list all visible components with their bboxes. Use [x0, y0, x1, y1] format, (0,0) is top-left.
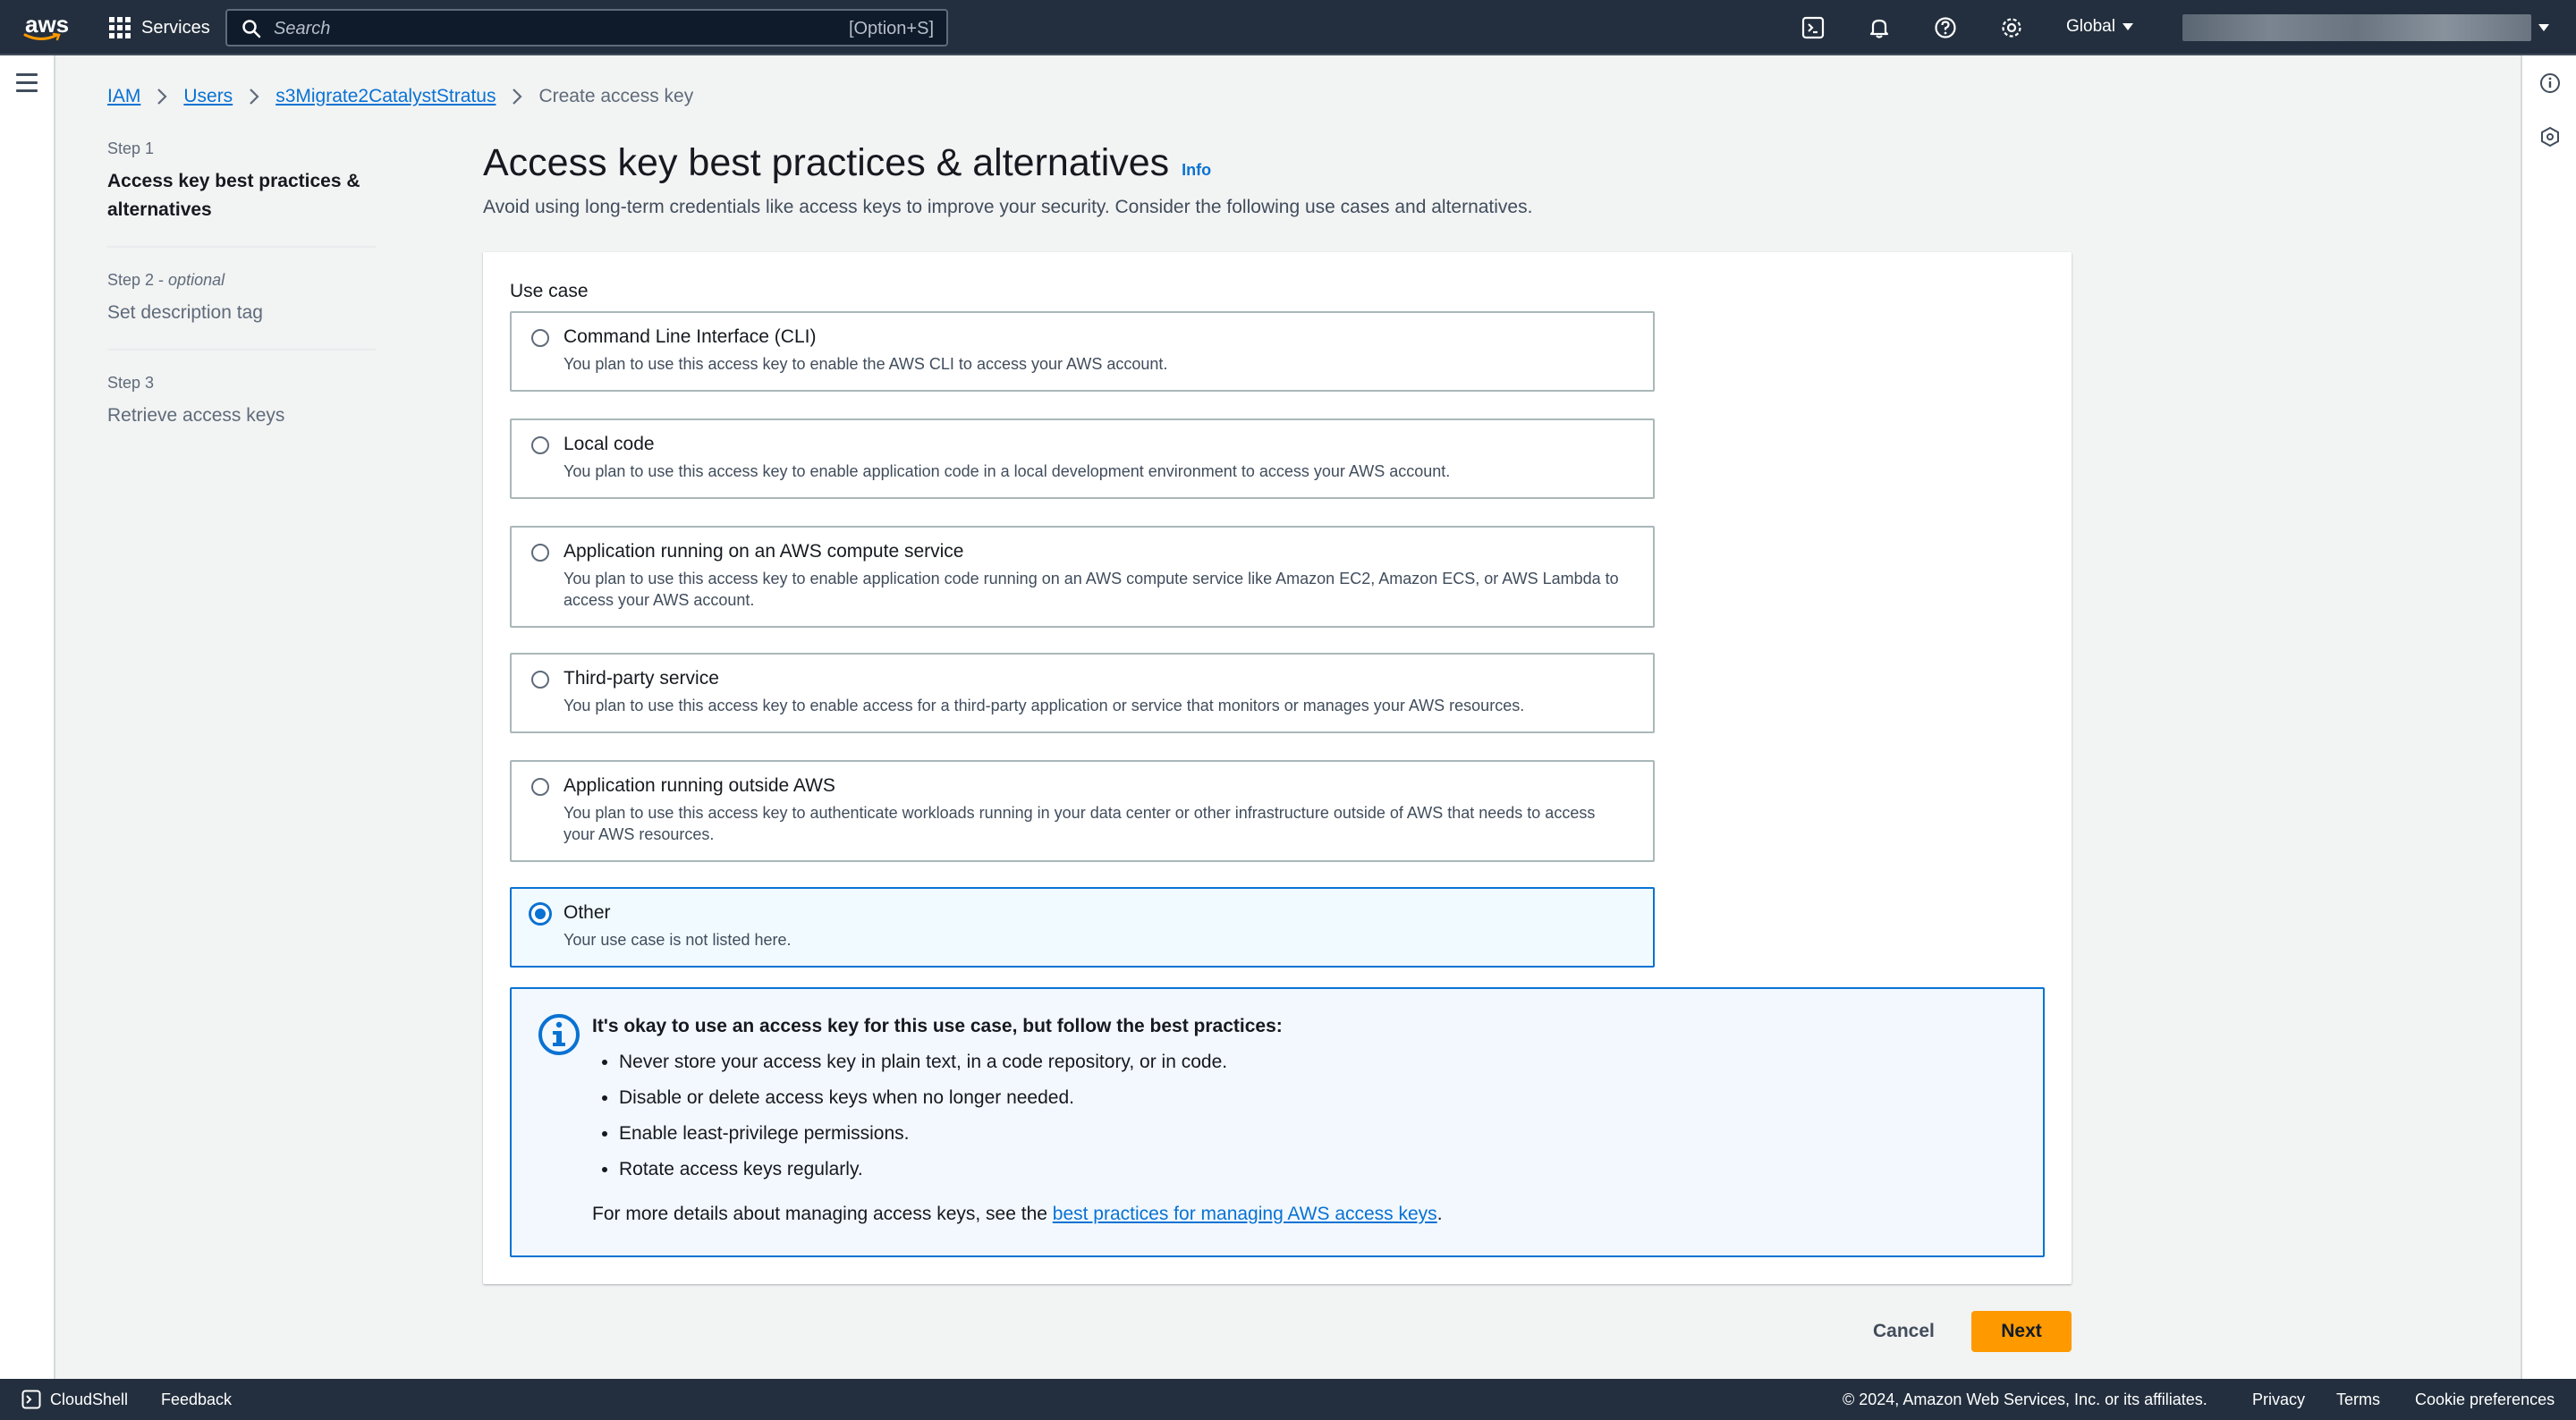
radio-button-selected[interactable]	[529, 902, 552, 926]
list-item: Disable or delete access keys when no lo…	[619, 1080, 1227, 1116]
aws-logo[interactable]: aws	[23, 11, 69, 45]
search-icon	[242, 20, 261, 38]
services-grid-icon	[109, 17, 131, 38]
search-shortcut-hint: [Option+S]	[848, 19, 934, 38]
page-title: Access key best practices & alternatives…	[483, 141, 1211, 185]
caret-down-icon	[2122, 23, 2133, 30]
step-2[interactable]: Step 2 - optional Set description tag	[107, 271, 376, 351]
cloudshell-footer-icon	[21, 1390, 41, 1409]
account-menu-redacted[interactable]	[2182, 14, 2531, 41]
alert-more-details: For more details about managing access k…	[592, 1204, 1443, 1225]
list-item: Enable least-privilege permissions.	[619, 1116, 1227, 1152]
radio-button[interactable]	[531, 778, 549, 796]
option-title: Local code	[564, 434, 655, 454]
more-suffix: .	[1436, 1204, 1443, 1224]
option-title: Application running on an AWS compute se…	[564, 541, 964, 562]
feedback-link[interactable]: Feedback	[161, 1390, 232, 1409]
alert-bullets: Never store your access key in plain tex…	[592, 1044, 1227, 1188]
menu-hamburger-icon[interactable]	[16, 73, 38, 97]
info-panel-icon[interactable]	[2537, 70, 2563, 97]
cookie-preferences-link[interactable]: Cookie preferences	[2415, 1390, 2555, 1409]
copyright-text: © 2024, Amazon Web Services, Inc. or its…	[1843, 1390, 2207, 1408]
best-practices-link[interactable]: best practices for managing AWS access k…	[1053, 1204, 1437, 1224]
step-label: Step 1	[107, 139, 155, 157]
top-navigation: aws Services Search [Option+S] Global	[0, 0, 2576, 55]
aws-smile-icon	[23, 32, 61, 41]
breadcrumb: IAM Users s3Migrate2CatalystStratus Crea…	[107, 86, 693, 107]
chevron-right-icon	[512, 88, 523, 106]
left-navigation-rail	[0, 55, 55, 1379]
step-label: Step 2 - optional	[107, 271, 225, 289]
option-third-party[interactable]: Third-party service You plan to use this…	[510, 653, 1655, 733]
radio-button[interactable]	[531, 436, 549, 454]
use-case-label: Use case	[510, 281, 589, 301]
services-menu-button[interactable]: Services	[109, 13, 210, 43]
step-optional-label: optional	[168, 271, 225, 289]
breadcrumb-iam[interactable]: IAM	[107, 86, 140, 107]
page-title-text: Access key best practices & alternatives	[483, 141, 1170, 184]
option-outside-aws[interactable]: Application running outside AWS You plan…	[510, 760, 1655, 862]
option-title: Application running outside AWS	[564, 775, 835, 796]
breadcrumb-current: Create access key	[538, 86, 694, 106]
option-title: Third-party service	[564, 668, 719, 689]
wizard-steps: Step 1 Access key best practices & alter…	[107, 139, 376, 475]
chevron-right-icon	[157, 88, 167, 106]
privacy-link[interactable]: Privacy	[2252, 1390, 2305, 1409]
search-bar[interactable]: Search [Option+S]	[225, 9, 948, 46]
feedback-hexagon-icon[interactable]	[2537, 123, 2563, 150]
region-selector[interactable]: Global	[2066, 17, 2133, 37]
option-title: Other	[564, 902, 611, 923]
more-prefix: For more details about managing access k…	[592, 1204, 1053, 1224]
option-description: You plan to use this access key to authe…	[564, 804, 1596, 843]
radio-button[interactable]	[531, 671, 549, 689]
radio-button[interactable]	[531, 329, 549, 347]
account-caret-down-icon[interactable]	[2538, 24, 2549, 31]
step-name: Retrieve access keys	[107, 405, 285, 426]
breadcrumb-user[interactable]: s3Migrate2CatalystStratus	[275, 86, 496, 107]
option-description: Your use case is not listed here.	[564, 931, 792, 949]
info-circle-icon	[538, 1014, 580, 1055]
right-tools-rail	[2521, 55, 2576, 1379]
option-aws-compute[interactable]: Application running on an AWS compute se…	[510, 526, 1655, 628]
info-link[interactable]: Info	[1182, 161, 1211, 180]
option-cli[interactable]: Command Line Interface (CLI) You plan to…	[510, 311, 1655, 392]
cloudshell-icon[interactable]	[1800, 14, 1826, 41]
list-item: Never store your access key in plain tex…	[619, 1044, 1227, 1080]
help-icon[interactable]	[1932, 14, 1959, 41]
best-practices-alert: It's okay to use an access key for this …	[510, 987, 2045, 1257]
breadcrumb-users[interactable]: Users	[183, 86, 233, 107]
option-description: You plan to use this access key to enabl…	[564, 462, 1451, 480]
step-1: Step 1 Access key best practices & alter…	[107, 139, 376, 248]
search-input-placeholder[interactable]: Search	[274, 19, 330, 39]
option-local-code[interactable]: Local code You plan to use this access k…	[510, 418, 1655, 499]
option-other[interactable]: Other Your use case is not listed here.	[510, 887, 1655, 968]
step-name: Set description tag	[107, 302, 263, 323]
option-description: You plan to use this access key to enabl…	[564, 697, 1525, 714]
notifications-bell-icon[interactable]	[1866, 14, 1893, 41]
alert-title: It's okay to use an access key for this …	[592, 1016, 1283, 1036]
use-case-container: Use case Command Line Interface (CLI) Yo…	[483, 252, 2072, 1284]
radio-button[interactable]	[531, 544, 549, 562]
region-label: Global	[2066, 17, 2115, 36]
next-button[interactable]: Next	[1971, 1311, 2072, 1352]
step-label: Step 3	[107, 374, 155, 392]
step-3[interactable]: Step 3 Retrieve access keys	[107, 374, 376, 452]
option-title: Command Line Interface (CLI)	[564, 326, 817, 347]
list-item: Rotate access keys regularly.	[619, 1152, 1227, 1188]
terms-link[interactable]: Terms	[2336, 1390, 2380, 1409]
page-description: Avoid using long-term credentials like a…	[483, 197, 1533, 217]
option-description: You plan to use this access key to enabl…	[564, 355, 1168, 373]
cloudshell-button[interactable]: CloudShell	[21, 1390, 128, 1409]
cancel-button[interactable]: Cancel	[1853, 1311, 1954, 1352]
option-description: You plan to use this access key to enabl…	[564, 570, 1619, 609]
services-label: Services	[141, 17, 210, 38]
settings-gear-icon[interactable]	[1998, 14, 2025, 41]
step-name: Access key best practices & alternatives	[107, 171, 360, 220]
cloudshell-label: CloudShell	[50, 1390, 129, 1408]
chevron-right-icon	[249, 88, 259, 106]
footer: CloudShell Feedback © 2024, Amazon Web S…	[0, 1379, 2576, 1420]
